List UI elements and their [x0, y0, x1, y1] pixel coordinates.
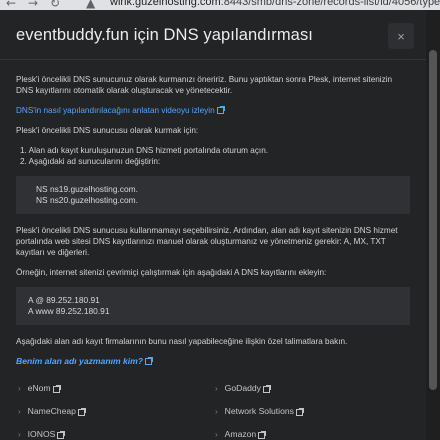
step-item: 2. Aşağıdaki ad sunucularını değiştirin: — [20, 157, 161, 166]
external-link-icon — [145, 357, 154, 365]
external-link-icon — [216, 106, 225, 114]
instructions-text: Aşağıdaki alan adı kayıt firmalarının bu… — [16, 337, 348, 346]
scrollbar[interactable] — [426, 10, 440, 440]
provider-link-ionos[interactable]: › IONOS — [16, 423, 213, 440]
chevron-right-icon: › — [215, 384, 218, 393]
dialog-title: eventbuddy.fun için DNS yapılandırması — [16, 26, 313, 44]
forward-icon[interactable]: → — [28, 0, 38, 10]
dialog-header: eventbuddy.fun için DNS yapılandırması × — [0, 10, 426, 60]
a-record-line: A @ 89.252.180.91 — [28, 295, 100, 305]
provider-label: NameCheap — [27, 406, 76, 416]
close-button[interactable]: × — [388, 23, 414, 49]
registrar-link-label: Benim alan adı yazmanım kim? — [16, 356, 144, 366]
back-icon[interactable]: ← — [6, 0, 16, 10]
provider-link-amazon[interactable]: › Amazon — [213, 423, 410, 440]
provider-label: Network Solutions — [224, 406, 294, 416]
provider-link-namecheap[interactable]: › NameCheap — [16, 400, 213, 423]
browser-address-bar: ← → ↻ ▲ wink.guzelhosting.com:8443/smb/d… — [0, 0, 440, 10]
dialog-body: Plesk'i öncelikli DNS sunucunuz olarak k… — [0, 60, 426, 440]
dns-config-dialog: eventbuddy.fun için DNS yapılandırması ×… — [0, 10, 426, 440]
video-link-label: DNS'in nasıl yapılandırılacağını anlatan… — [16, 106, 215, 115]
address-input[interactable]: wink.guzelhosting.com:8443/smb/dns-zone/… — [110, 0, 440, 8]
nameservers-box: NS ns19.guzelhosting.com. NS ns20.guzelh… — [16, 176, 410, 214]
reload-icon[interactable]: ↻ — [50, 0, 60, 10]
chevron-right-icon: › — [18, 384, 21, 393]
provider-label: eNom — [27, 383, 51, 393]
external-link-icon — [262, 385, 271, 393]
a-record-line: A www 89.252.180.91 — [28, 306, 110, 316]
external-link-icon — [258, 431, 267, 439]
external-link-icon — [77, 408, 86, 416]
close-icon: × — [397, 28, 405, 44]
registrar-link[interactable]: Benim alan adı yazmanım kim? — [16, 356, 410, 367]
video-link[interactable]: DNS'in nasıl yapılandırılacağını anlatan… — [16, 105, 410, 116]
nameserver-line: NS ns20.guzelhosting.com. — [36, 195, 138, 205]
example-text: Örneğin, internet sitenizi çevrimiçi çal… — [16, 268, 327, 277]
chevron-right-icon: › — [215, 430, 218, 439]
chevron-right-icon: › — [215, 407, 218, 416]
setup-heading: Plesk'i öncelikli DNS sunucusu olarak ku… — [16, 126, 199, 135]
provider-link-enom[interactable]: › eNom — [16, 377, 213, 400]
provider-list: › eNom › GoDaddy › NameCheap › Network Solut… — [16, 377, 410, 440]
a-records-box: A @ 89.252.180.91 A www 89.252.180.91 — [16, 287, 410, 325]
not-secure-icon[interactable]: ▲ — [86, 0, 95, 10]
step-item: 1. Alan adı kayıt kuruluşunuzun DNS hizm… — [20, 146, 269, 155]
provider-link-godaddy[interactable]: › GoDaddy — [213, 377, 410, 400]
external-link-icon — [52, 385, 61, 393]
external-link-icon — [57, 431, 66, 439]
provider-label: IONOS — [27, 429, 56, 439]
chevron-right-icon: › — [18, 407, 21, 416]
external-link-icon — [295, 408, 304, 416]
nameserver-line: NS ns19.guzelhosting.com. — [36, 184, 138, 194]
provider-label: GoDaddy — [224, 383, 261, 393]
setup-steps: 1. Alan adı kayıt kuruluşunuzun DNS hizm… — [16, 145, 410, 167]
intro-text: Plesk'i öncelikli DNS sunucunuz olarak k… — [16, 75, 393, 95]
url-host: wink.guzelhosting.com — [110, 0, 221, 8]
url-path: :8443/smb/dns-zone/records-list/id/4056/… — [220, 0, 440, 8]
chevron-right-icon: › — [18, 430, 21, 439]
provider-link-network-solutions[interactable]: › Network Solutions — [213, 400, 410, 423]
manual-dns-text: Plesk'i öncelikli DNS sunucusu kullanmam… — [16, 226, 398, 257]
scrollbar-thumb[interactable] — [429, 50, 437, 390]
provider-label: Amazon — [224, 429, 257, 439]
